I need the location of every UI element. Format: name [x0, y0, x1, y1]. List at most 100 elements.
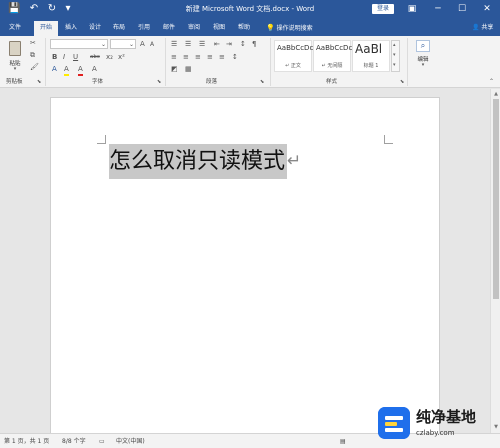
styles-scroll[interactable]: ▴ ▾ ▾: [391, 40, 400, 72]
show-marks-icon[interactable]: ¶: [252, 40, 256, 49]
divider: [165, 38, 166, 86]
tab-help[interactable]: 帮助: [233, 21, 255, 36]
dialog-launcher-icon[interactable]: ⬊: [37, 78, 41, 87]
document-paragraph[interactable]: 怎么取消只读模式 ↵: [109, 144, 301, 179]
tab-file[interactable]: 文件: [4, 21, 26, 36]
chevron-down-icon: ⌄: [100, 41, 106, 48]
font-group-label: 字体: [92, 79, 104, 85]
divider: [45, 38, 46, 86]
tab-view[interactable]: 视图: [208, 21, 230, 36]
editing-button[interactable]: ⌕ 编辑 ▾: [412, 39, 434, 71]
ribbon-home: 粘贴 ▾ ✂ ⧉ 🖌 剪贴板 ⬊ ⌄ ⌄ A A B I U abc x₂ x²…: [0, 36, 500, 88]
dialog-launcher-icon[interactable]: ⬊: [157, 78, 161, 87]
style-name: 标题 1: [363, 63, 379, 69]
word-count[interactable]: 8/8 个字: [62, 437, 86, 446]
format-painter-icon[interactable]: 🖌: [30, 63, 39, 72]
copy-icon[interactable]: ⧉: [30, 51, 35, 60]
proofing-icon[interactable]: ▭: [99, 437, 105, 446]
font-name-dropdown[interactable]: ⌄: [50, 39, 108, 49]
clipboard-group-label: 剪贴板: [6, 79, 23, 85]
tab-mailings[interactable]: 邮件: [158, 21, 180, 36]
strikethrough-icon[interactable]: abc: [90, 53, 100, 62]
close-icon[interactable]: ✕: [481, 3, 493, 15]
superscript-icon[interactable]: x²: [118, 53, 125, 62]
dialog-launcher-icon[interactable]: ⬊: [400, 78, 404, 87]
scrollbar-thumb[interactable]: [493, 99, 499, 299]
share-button[interactable]: 👤 共享: [472, 21, 493, 35]
tab-home[interactable]: 开始: [34, 21, 58, 36]
watermark-logo-graphic: [378, 407, 410, 439]
person-icon: 👤: [472, 24, 480, 31]
paragraph-mark: ↵: [287, 151, 302, 171]
distributed-icon[interactable]: ≡: [219, 53, 225, 62]
paste-button[interactable]: 粘贴 ▾: [4, 39, 26, 75]
multilevel-list-icon[interactable]: ☰: [199, 40, 205, 49]
scroll-up-icon[interactable]: ▲: [492, 90, 500, 98]
subscript-icon[interactable]: x₂: [106, 53, 113, 62]
align-left-icon[interactable]: ≡: [171, 53, 177, 62]
font-size-dropdown[interactable]: ⌄: [110, 39, 136, 49]
tab-design[interactable]: 设计: [84, 21, 106, 36]
char-shading-icon[interactable]: A: [92, 65, 97, 74]
crop-mark: [97, 135, 106, 144]
tab-references[interactable]: 引用: [133, 21, 155, 36]
clipboard-icon: [9, 41, 21, 56]
watermark-url: czlaby.com: [416, 429, 455, 437]
maximize-icon[interactable]: ☐: [456, 3, 468, 15]
page-count[interactable]: 第 1 页，共 1 页: [4, 437, 49, 446]
underline-icon[interactable]: U: [73, 53, 78, 62]
decrease-indent-icon[interactable]: ⇤: [214, 40, 220, 49]
style-sample: AaBl: [355, 42, 383, 56]
focus-mode-icon[interactable]: ▤: [340, 437, 346, 446]
bullets-icon[interactable]: ☰: [171, 40, 177, 49]
increase-indent-icon[interactable]: ⇥: [226, 40, 232, 49]
language-indicator[interactable]: 中文(中国): [116, 437, 145, 446]
tab-insert[interactable]: 插入: [60, 21, 82, 36]
align-center-icon[interactable]: ≡: [183, 53, 189, 62]
italic-icon[interactable]: I: [63, 53, 65, 62]
chevron-down-icon: ▾: [13, 66, 17, 72]
style-name: ↵ 正文: [285, 63, 301, 69]
shrink-font-icon[interactable]: A: [150, 40, 154, 49]
chevron-down-icon: ▾: [421, 62, 425, 68]
style-normal[interactable]: AaBbCcDc ↵ 正文: [274, 40, 313, 72]
bold-icon[interactable]: B: [52, 53, 57, 62]
minimize-icon[interactable]: ─: [432, 3, 444, 15]
title-bar: 💾 ↶ ↻ ▾ 新建 Microsoft Word 文档.docx - Word…: [0, 0, 500, 18]
shading-icon[interactable]: ◩: [171, 65, 178, 74]
watermark: 纯净基地 czlaby.com: [378, 405, 496, 445]
ribbon-tab-bar: 文件 开始 插入 设计 布局 引用 邮件 审阅 视图 帮助 💡 操作说明搜索 👤…: [0, 18, 500, 36]
crop-mark: [384, 135, 393, 144]
lightbulb-icon: 💡: [266, 24, 275, 32]
ribbon-display-options-icon[interactable]: ▣: [406, 3, 418, 15]
text-effects-icon[interactable]: A: [52, 65, 57, 74]
tell-me-search[interactable]: 💡 操作说明搜索: [266, 21, 313, 35]
sort-icon[interactable]: ↕: [240, 40, 246, 49]
selected-text[interactable]: 怎么取消只读模式: [109, 144, 288, 179]
numbering-icon[interactable]: ☰: [185, 40, 191, 49]
style-heading-1[interactable]: AaBl 标题 1: [352, 40, 390, 72]
vertical-scrollbar[interactable]: ▲ ▼: [490, 89, 500, 433]
share-label: 共享: [481, 24, 494, 31]
style-name: ↵ 无间隔: [321, 63, 343, 69]
justify-icon[interactable]: ≡: [207, 53, 213, 62]
line-spacing-icon[interactable]: ↕: [232, 53, 238, 62]
window-title: 新建 Microsoft Word 文档.docx - Word: [185, 5, 315, 13]
more-icon: ▾: [393, 62, 396, 68]
align-right-icon[interactable]: ≡: [195, 53, 201, 62]
tab-review[interactable]: 审阅: [183, 21, 205, 36]
font-color-icon[interactable]: A: [78, 65, 83, 76]
login-button[interactable]: 登录: [372, 4, 394, 14]
paragraph-group-label: 段落: [206, 79, 218, 85]
borders-icon[interactable]: ▦: [185, 65, 192, 74]
collapse-ribbon-icon[interactable]: ⌃: [489, 77, 494, 86]
cut-icon[interactable]: ✂: [30, 39, 36, 48]
style-no-spacing[interactable]: AaBbCcDc ↵ 无间隔: [313, 40, 353, 72]
highlight-icon[interactable]: A: [64, 65, 69, 76]
grow-font-icon[interactable]: A: [140, 40, 145, 49]
tab-layout[interactable]: 布局: [108, 21, 130, 36]
chevron-down-icon: ⌄: [128, 41, 134, 48]
document-page[interactable]: 怎么取消只读模式 ↵: [50, 97, 440, 437]
style-sample: AaBbCcDc: [316, 44, 353, 52]
dialog-launcher-icon[interactable]: ⬊: [260, 78, 264, 87]
